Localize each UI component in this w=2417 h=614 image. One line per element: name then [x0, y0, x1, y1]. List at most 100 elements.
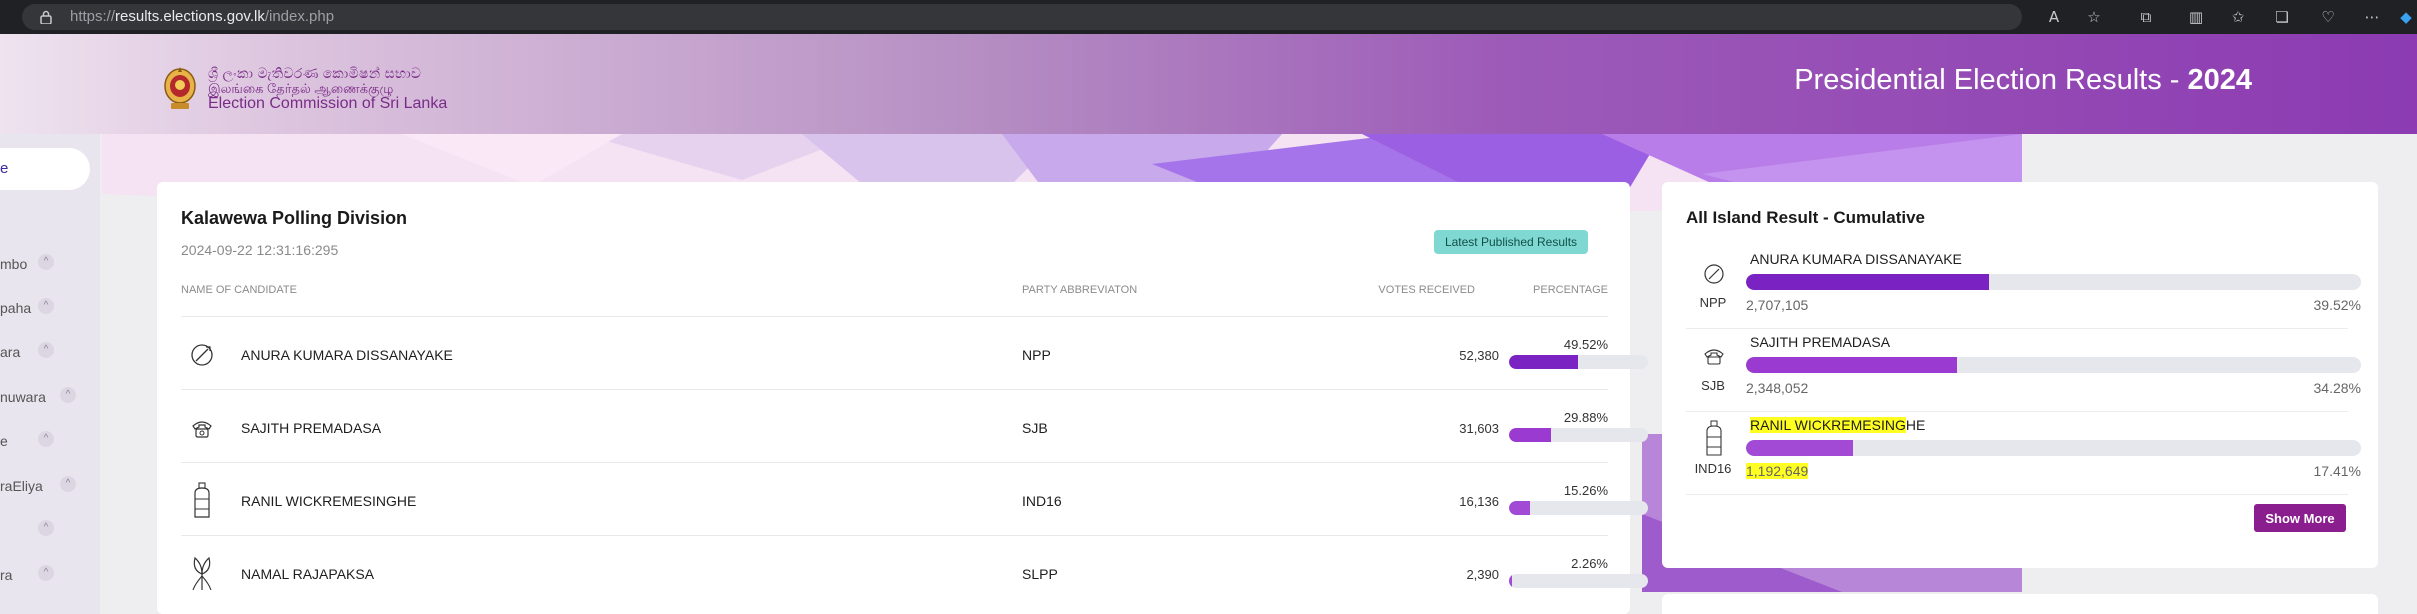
chevron-up-icon: ^	[38, 298, 54, 314]
split-screen-icon[interactable]: ▥	[2186, 7, 2206, 27]
collections-icon[interactable]: ❏	[2272, 7, 2292, 27]
island-result-row: SJB SAJITH PREMADASA 2,348,052 34.28%	[1686, 329, 2361, 412]
votes-received: 1,192,649	[1746, 463, 1809, 479]
votes-received: 16,136	[1459, 494, 1499, 509]
percentage-bar	[1746, 357, 2361, 373]
party-abbreviation: SJB	[1022, 420, 1048, 436]
logo-sinhala-text: ශ්‍රී ලංකා මැතිවරණ කොමිෂන් සභාව	[208, 65, 422, 81]
url-text[interactable]: https://results.elections.gov.lk/index.p…	[70, 8, 334, 25]
percentage-bar-fill	[1509, 355, 1578, 369]
more-menu-icon[interactable]: ⋯	[2362, 7, 2382, 27]
flower-bud-symbol-icon	[192, 556, 212, 591]
percentage-label: 2.26%	[1571, 556, 1608, 571]
sidebar-item-colombo[interactable]: mbo ^	[0, 254, 100, 274]
percentage-label: 39.52%	[2313, 297, 2361, 313]
sidebar-item-matara[interactable]: ra ^	[0, 565, 100, 585]
island-result-row: IND16 RANIL WICKREMESINGHE 1,192,649 17.…	[1686, 412, 2361, 495]
chevron-up-icon: ^	[60, 387, 76, 403]
column-header-party: PARTY ABBREVIATON	[1022, 284, 1138, 296]
secondary-card	[1662, 594, 2378, 614]
sidebar-item-nuwaraeliya[interactable]: raEliya ^	[0, 476, 100, 496]
extensions-icon[interactable]: ⧉	[2136, 7, 2156, 27]
percentage-bar	[1509, 501, 1648, 515]
column-header-percentage: PERCENTAGE	[1533, 284, 1608, 296]
candidate-name: NAMAL RAJAPAKSA	[241, 566, 375, 582]
percentage-label: 49.52%	[1563, 337, 1608, 352]
sidebar-item-gampaha[interactable]: paha ^	[0, 298, 100, 318]
votes-received: 2,348,052	[1746, 380, 1809, 396]
percentage-label: 17.41%	[2313, 463, 2361, 479]
division-results-card: Kalawewa Polling Division 2024-09-22 12:…	[157, 182, 1648, 614]
division-title: Kalawewa Polling Division	[181, 208, 408, 228]
gas-cylinder-symbol-icon	[1706, 420, 1722, 456]
sidebar-item-active[interactable]: e	[0, 148, 90, 190]
district-sidebar: e mbo ^ paha ^ ara ^ nuwara ^ e ^ raEliya ^ ^ …	[0, 134, 100, 614]
percentage-bar-fill	[1509, 428, 1551, 442]
table-row: NAMAL RAJAPAKSA SLPP 2,390 2.26%	[181, 535, 1648, 608]
percentage-bar-fill	[1509, 501, 1531, 515]
percentage-label: 15.26%	[1563, 483, 1608, 498]
party-abbreviation: NPP	[1699, 295, 1727, 310]
chevron-up-icon: ^	[38, 342, 54, 358]
percentage-bar	[1509, 574, 1648, 588]
sidebar-item-matale[interactable]: e ^	[0, 431, 100, 451]
percentage-bar	[1509, 428, 1648, 442]
column-header-candidate: NAME OF CANDIDATE	[181, 284, 297, 296]
chevron-up-icon: ^	[38, 431, 54, 447]
island-result-row: NPP ANURA KUMARA DISSANAYAKE 2,707,105 3…	[1686, 246, 2361, 329]
sidebar-item-galle[interactable]: ^	[0, 520, 100, 540]
table-row: ANURA KUMARA DISSANAYAKE NPP 52,380 49.5…	[181, 316, 1648, 389]
election-commission-seal-icon	[164, 67, 196, 109]
division-timestamp: 2024-09-22 12:31:16:295	[181, 242, 339, 258]
party-abbreviation: IND16	[1022, 493, 1062, 509]
copilot-icon[interactable]: ◆	[2396, 7, 2416, 27]
percentage-bar-fill	[1746, 274, 1990, 290]
votes-received: 52,380	[1459, 348, 1499, 363]
page-title: Presidential Election Results - 2024	[1794, 64, 2252, 96]
percentage-label: 29.88%	[1563, 410, 1608, 425]
show-more-button[interactable]: Show More	[2254, 504, 2346, 532]
table-row: SAJITH PREMADASA SJB 31,603 29.88%	[181, 389, 1648, 462]
party-abbreviation: SJB	[1701, 378, 1725, 393]
candidate-name: SAJITH PREMADASA	[1750, 334, 1891, 350]
candidate-name: ANURA KUMARA DISSANAYAKE	[241, 347, 453, 363]
percentage-bar-fill	[1509, 574, 1513, 588]
compass-symbol-icon	[1704, 264, 1724, 284]
browser-essentials-icon[interactable]: ♡	[2318, 7, 2338, 27]
votes-received: 2,390	[1466, 567, 1499, 582]
percentage-bar	[1746, 274, 2361, 290]
sidebar-item-kalutara[interactable]: ara ^	[0, 342, 100, 362]
percentage-bar	[1509, 355, 1648, 369]
logo-tamil-text: இலங்கை தேர்தல் ஆணைக்குழு	[208, 81, 394, 96]
column-header-votes: VOTES RECEIVED	[1378, 284, 1475, 296]
party-abbreviation: NPP	[1022, 347, 1051, 363]
percentage-label: 34.28%	[2313, 380, 2361, 396]
party-abbreviation: IND16	[1694, 461, 1732, 476]
telephone-symbol-icon	[1704, 349, 1724, 365]
table-row: RANIL WICKREMESINGHE IND16 16,136 15.26%	[181, 462, 1648, 535]
percentage-bar-fill	[1746, 440, 1854, 456]
read-aloud-icon[interactable]: A	[2044, 7, 2064, 27]
candidate-name: RANIL WICKREMESINGHE	[1750, 417, 1926, 433]
lock-icon	[40, 10, 52, 24]
sidebar-item-mahanuwara[interactable]: nuwara ^	[0, 387, 100, 407]
party-abbreviation: SLPP	[1022, 566, 1058, 582]
chevron-up-icon: ^	[38, 254, 54, 270]
chevron-up-icon: ^	[38, 520, 54, 536]
gas-cylinder-symbol-icon	[194, 482, 210, 518]
candidate-name: SAJITH PREMADASA	[241, 420, 382, 436]
votes-received: 2,707,105	[1746, 297, 1809, 313]
browser-toolbar: https://results.elections.gov.lk/index.p…	[0, 0, 2417, 34]
percentage-bar	[1746, 440, 2361, 456]
commission-logo-text: ශ්‍රී ලංකා මැතිවරණ කොමිෂන් සභාව இலங்கை த…	[208, 65, 448, 112]
compass-symbol-icon	[191, 344, 213, 366]
chevron-up-icon: ^	[38, 565, 54, 581]
votes-received: 31,603	[1459, 421, 1499, 436]
favorites-icon[interactable]: ✩	[2228, 7, 2248, 27]
site-header: ශ්‍රී ලංකා මැතිවරණ කොමිෂන් සභාව இலங்கை த…	[0, 34, 2417, 134]
logo-english-text: Election Commission of Sri Lanka	[208, 95, 448, 112]
all-island-title: All Island Result - Cumulative	[1686, 208, 1925, 227]
favorite-star-icon[interactable]: ☆	[2084, 7, 2104, 27]
telephone-symbol-icon	[192, 421, 212, 438]
latest-results-badge: Latest Published Results	[1434, 230, 1588, 254]
